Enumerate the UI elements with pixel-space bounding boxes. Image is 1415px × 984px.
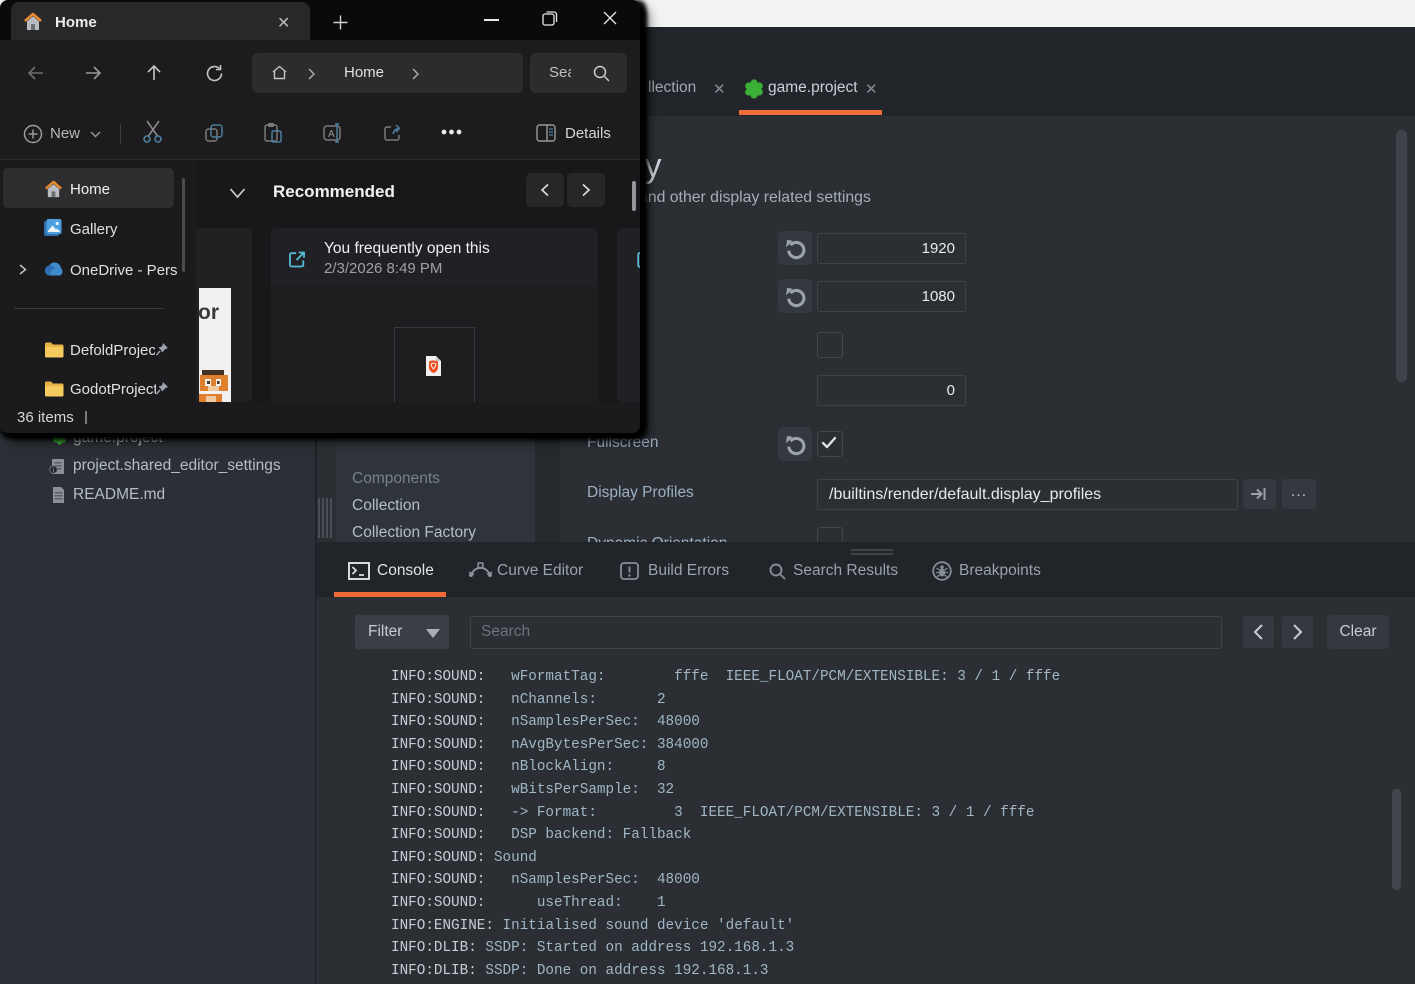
svg-text:A: A <box>328 129 335 140</box>
svg-text:i: i <box>52 465 54 474</box>
